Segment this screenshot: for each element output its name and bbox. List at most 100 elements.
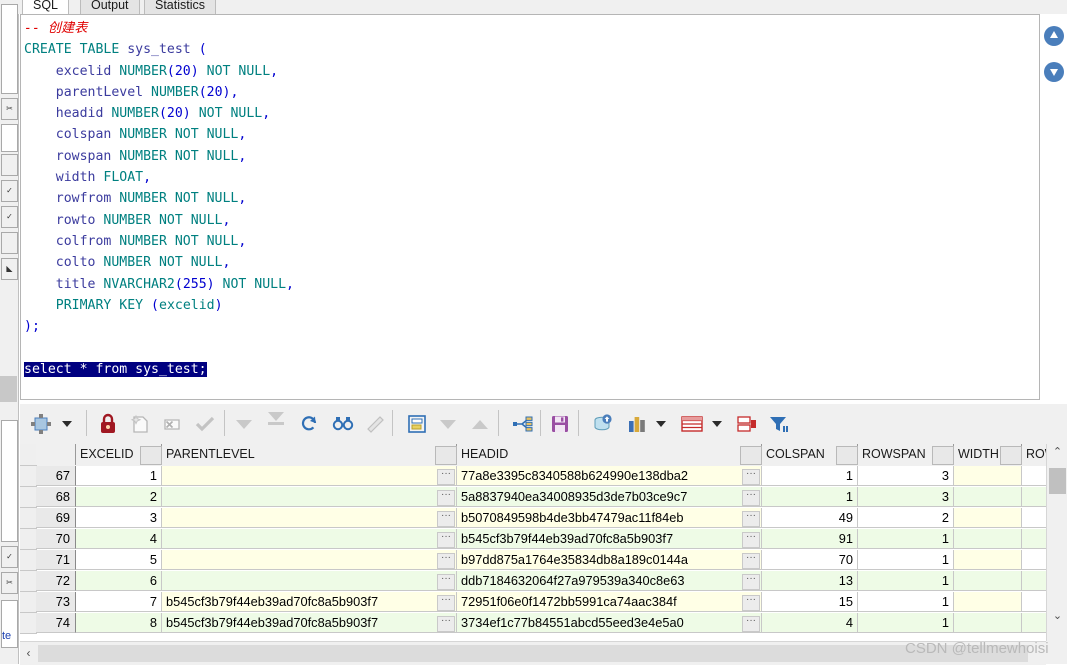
tab-statistics[interactable]: Statistics [144, 0, 217, 15]
cell-width[interactable] [954, 613, 1022, 633]
grid-layout-icon[interactable] [680, 412, 704, 436]
cell-expand-button[interactable]: ··· [437, 511, 455, 527]
fetch-next-page-icon[interactable] [236, 412, 252, 436]
cell-rowspan[interactable]: 3 [858, 466, 954, 486]
table-row[interactable]: 67 1 ··· 77a8e3395c8340588b624990e138dba2 ··… [20, 466, 1046, 487]
row-number[interactable]: 74 [36, 613, 76, 633]
cell-expand-button[interactable]: ··· [742, 616, 760, 632]
find-icon[interactable] [332, 412, 354, 436]
cell-row[interactable] [1022, 487, 1046, 507]
sql-code[interactable]: -- 创建表 CREATE TABLE sys_test ( excelid NU… [24, 18, 294, 380]
cell-excelid[interactable]: 7 [76, 592, 162, 612]
cell-parentlevel[interactable] [162, 466, 457, 486]
row-number[interactable]: 69 [36, 508, 76, 528]
scroll-up-arrow[interactable]: ⌃ [1047, 444, 1067, 461]
cell-expand-button[interactable]: ··· [437, 469, 455, 485]
cell-headid[interactable]: b545cf3b79f44eb39ad70fc8a5b903f7 [457, 529, 762, 549]
column-header-row[interactable]: ROW [1022, 444, 1046, 465]
cell-colspan[interactable]: 13 [762, 571, 858, 591]
cell-headid[interactable]: b5070849598b4de3bb47479ac11f84eb [457, 508, 762, 528]
next-record-icon[interactable] [440, 412, 456, 436]
column-resize-handle[interactable] [836, 446, 858, 465]
cell-excelid[interactable]: 3 [76, 508, 162, 528]
cell-row[interactable] [1022, 571, 1046, 591]
table-row[interactable]: 68 2 ··· 5a8837940ea34008935d3de7b03ce9c7 ··… [20, 487, 1046, 508]
row-number[interactable]: 73 [36, 592, 76, 612]
row-number[interactable]: 71 [36, 550, 76, 570]
cell-parentlevel[interactable] [162, 529, 457, 549]
refresh-icon[interactable] [300, 412, 320, 436]
table-row[interactable]: 72 6 ··· ddb7184632064f27a979539a340c8e63 ··… [20, 571, 1046, 592]
grid-layout-dropdown-caret[interactable] [712, 412, 722, 436]
cell-colspan[interactable]: 49 [762, 508, 858, 528]
cell-width[interactable] [954, 466, 1022, 486]
cell-row[interactable] [1022, 613, 1046, 633]
single-record-view-icon[interactable] [406, 412, 428, 436]
cell-expand-button[interactable]: ··· [437, 553, 455, 569]
cell-expand-button[interactable]: ··· [437, 574, 455, 590]
cell-rowspan[interactable]: 1 [858, 613, 954, 633]
cell-colspan[interactable]: 1 [762, 487, 858, 507]
column-resize-handle[interactable] [932, 446, 954, 465]
left-dock-button-8[interactable]: ✂ [1, 572, 18, 594]
cell-expand-button[interactable]: ··· [742, 469, 760, 485]
cell-width[interactable] [954, 550, 1022, 570]
grid-horizontal-scrollbar[interactable]: ‹ [20, 641, 1046, 665]
cell-rowspan[interactable]: 3 [858, 487, 954, 507]
left-dock-button-3[interactable]: ✓ [1, 180, 18, 202]
left-dock-button-1[interactable]: ✂ [1, 98, 18, 120]
results-grid[interactable]: EXCELID PARENTLEVEL HEADID COLSPAN ROWSPAN WI… [20, 444, 1046, 641]
cell-rowspan[interactable]: 1 [858, 571, 954, 591]
cell-excelid[interactable]: 2 [76, 487, 162, 507]
left-dock-button-2[interactable] [1, 154, 18, 176]
cell-excelid[interactable]: 1 [76, 466, 162, 486]
cell-colspan[interactable]: 91 [762, 529, 858, 549]
cell-expand-button[interactable]: ··· [742, 574, 760, 590]
cell-width[interactable] [954, 487, 1022, 507]
cell-headid[interactable]: b97dd875a1764e35834db8a189c0144a [457, 550, 762, 570]
table-row[interactable]: 70 4 ··· b545cf3b79f44eb39ad70fc8a5b903f7 ··… [20, 529, 1046, 550]
row-number[interactable]: 70 [36, 529, 76, 549]
table-row[interactable]: 73 7 b545cf3b79f44eb39ad70fc8a5b903f7 ··· 72… [20, 592, 1046, 613]
cell-colspan[interactable]: 1 [762, 466, 858, 486]
table-row[interactable]: 74 8 b545cf3b79f44eb39ad70fc8a5b903f7 ··· 37… [20, 613, 1046, 634]
column-resize-handle[interactable] [740, 446, 762, 465]
cell-colspan[interactable]: 15 [762, 592, 858, 612]
cell-headid[interactable]: 77a8e3395c8340588b624990e138dba2 [457, 466, 762, 486]
cell-rowspan[interactable]: 2 [858, 508, 954, 528]
cell-row[interactable] [1022, 466, 1046, 486]
prior-record-icon[interactable] [472, 412, 488, 436]
left-dock-button-7[interactable]: ✓ [1, 546, 18, 568]
cell-headid[interactable]: 3734ef1c77b84551abcd55eed3e4e5a0 [457, 613, 762, 633]
cell-colspan[interactable]: 70 [762, 550, 858, 570]
lock-icon[interactable] [98, 412, 118, 436]
vertical-scroll-thumb[interactable] [1049, 468, 1066, 494]
left-dock-button-4[interactable]: ✓ [1, 206, 18, 228]
cell-expand-button[interactable]: ··· [742, 595, 760, 611]
cell-expand-button[interactable]: ··· [437, 532, 455, 548]
cell-rowspan[interactable]: 1 [858, 550, 954, 570]
cell-expand-button[interactable]: ··· [437, 490, 455, 506]
cell-expand-button[interactable]: ··· [437, 616, 455, 632]
delete-record-icon[interactable] [162, 412, 182, 436]
cell-parentlevel[interactable] [162, 571, 457, 591]
filter-icon[interactable] [768, 412, 790, 436]
scroll-down-button[interactable] [1044, 62, 1064, 82]
cell-row[interactable] [1022, 508, 1046, 528]
cell-expand-button[interactable]: ··· [742, 553, 760, 569]
cell-headid[interactable]: ddb7184632064f27a979539a340c8e63 [457, 571, 762, 591]
new-record-icon[interactable] [130, 412, 150, 436]
commit-icon[interactable] [592, 412, 614, 436]
cell-parentlevel[interactable] [162, 508, 457, 528]
grid-mode-dropdown-caret[interactable] [62, 412, 72, 436]
left-dock-selected-strip[interactable] [0, 376, 17, 402]
cell-colspan[interactable]: 4 [762, 613, 858, 633]
cell-width[interactable] [954, 529, 1022, 549]
cell-row[interactable] [1022, 529, 1046, 549]
table-row[interactable]: 69 3 ··· b5070849598b4de3bb47479ac11f84eb ··… [20, 508, 1046, 529]
cell-expand-button[interactable]: ··· [437, 595, 455, 611]
cell-headid[interactable]: 5a8837940ea34008935d3de7b03ce9c7 [457, 487, 762, 507]
column-resize-handle[interactable] [1000, 446, 1022, 465]
cell-parentlevel[interactable]: b545cf3b79f44eb39ad70fc8a5b903f7 [162, 592, 457, 612]
horizontal-scroll-thumb[interactable] [38, 645, 1028, 662]
